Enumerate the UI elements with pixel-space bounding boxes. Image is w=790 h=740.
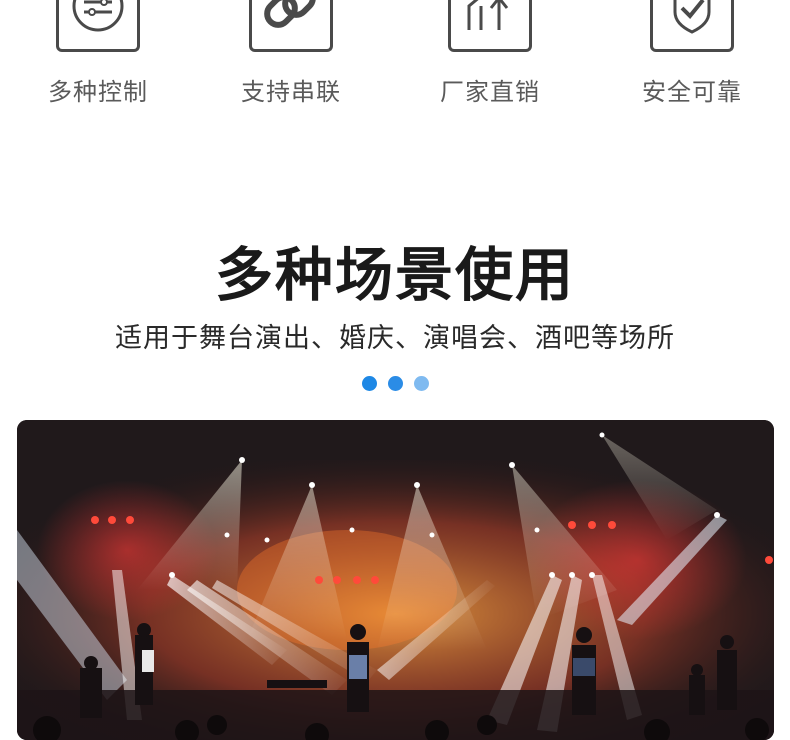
factory-icon xyxy=(448,0,532,52)
feature-label: 支持串联 xyxy=(241,78,341,106)
section-title: 多种场景使用 xyxy=(214,241,575,309)
carousel-dots xyxy=(0,376,790,392)
link-icon xyxy=(249,0,333,52)
features-row: 多种控制 支持串联 厂家直销 安全可靠 xyxy=(0,0,790,110)
feature-label: 厂家直销 xyxy=(440,78,540,106)
stage-illustration xyxy=(17,420,774,740)
shield-check-icon xyxy=(650,0,734,52)
feature-label: 安全可靠 xyxy=(642,78,742,106)
feature-label: 多种控制 xyxy=(48,78,148,106)
carousel-dot[interactable] xyxy=(387,376,403,391)
carousel-dot[interactable] xyxy=(413,376,429,391)
carousel-dot[interactable] xyxy=(361,376,377,391)
sliders-icon xyxy=(56,0,140,52)
stage-photo xyxy=(17,420,774,740)
section-subtitle: 适用于舞台演出、婚庆、演唱会、酒吧等场所 xyxy=(115,323,675,354)
